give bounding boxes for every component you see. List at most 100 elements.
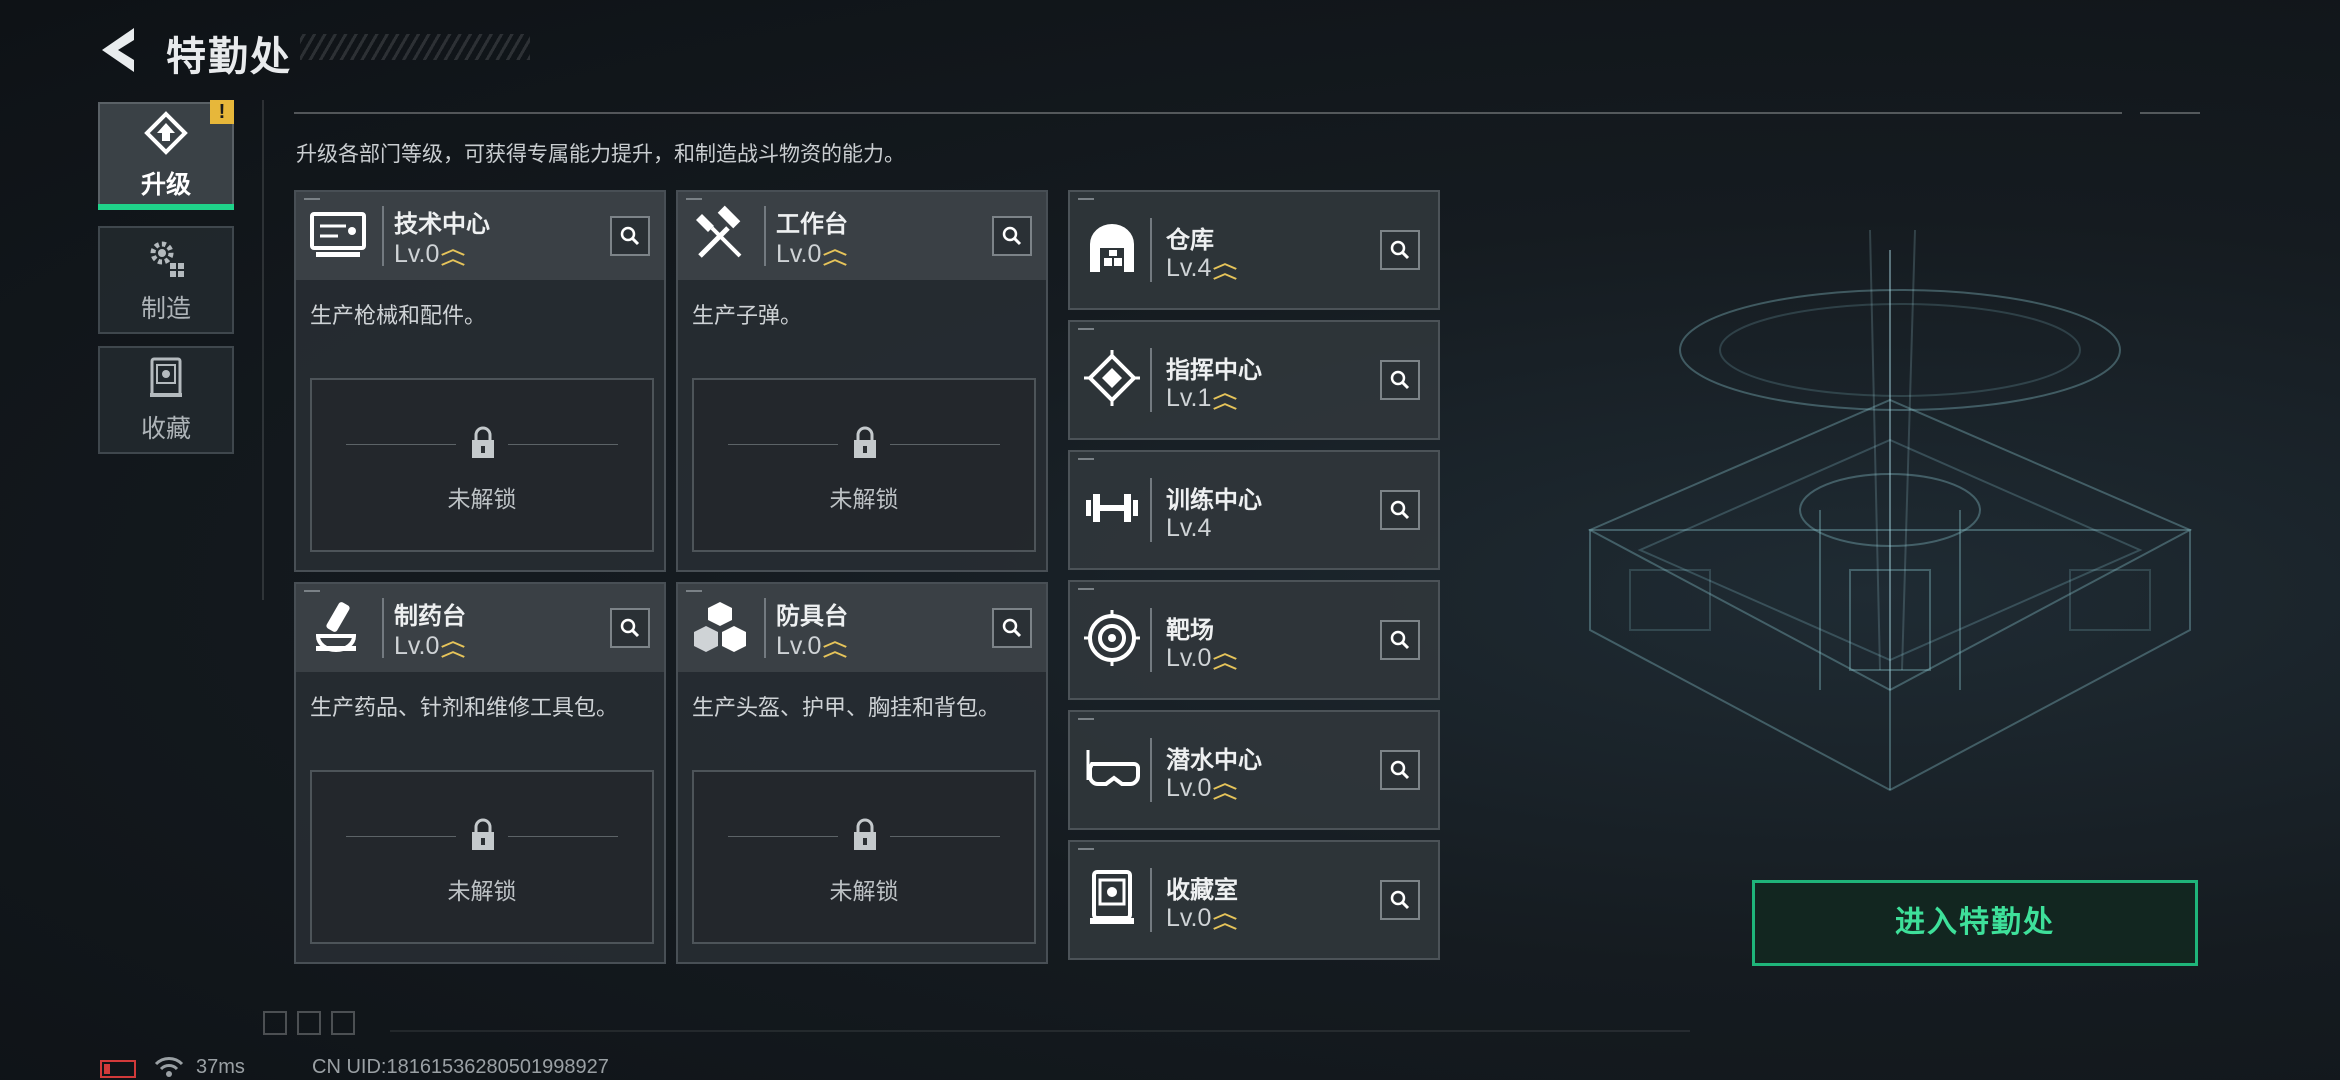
alert-badge: ! xyxy=(210,100,234,124)
tech-center-icon xyxy=(310,212,366,257)
inspect-button[interactable] xyxy=(1380,490,1420,530)
card-description: 生产头盔、护甲、胸挂和背包。 xyxy=(692,695,1001,720)
locked-panel: 未解锁 xyxy=(310,770,654,944)
search-icon xyxy=(620,226,640,246)
dumbbell-icon xyxy=(1086,494,1138,522)
card-name: 防具台 xyxy=(776,603,848,630)
armor-bench-icon xyxy=(694,602,746,652)
page-title: 特勤处 xyxy=(166,35,292,79)
inspect-button[interactable] xyxy=(1380,360,1420,400)
diving-mask-icon xyxy=(1086,750,1140,786)
card-corner-mark xyxy=(1078,718,1094,720)
inspect-button[interactable] xyxy=(610,216,650,256)
inspect-button[interactable] xyxy=(1380,230,1420,270)
footer-decoration-icons xyxy=(263,1011,355,1035)
inspect-button[interactable] xyxy=(992,608,1032,648)
upgrade-chevron-icon: ︿ ︿ xyxy=(1213,775,1238,803)
card-diving-center[interactable]: 潜水中心 Lv.0 ︿ ︿ xyxy=(1068,710,1440,830)
card-level: Lv.0 ︿ ︿ xyxy=(776,632,848,661)
card-corner-mark xyxy=(1078,588,1094,590)
card-training-center[interactable]: 训练中心 Lv.4 xyxy=(1068,450,1440,570)
card-corner-mark xyxy=(1078,328,1094,330)
pharmacy-icon xyxy=(315,602,357,652)
collection-icon xyxy=(150,357,182,397)
card-level: Lv.0 ︿ ︿ xyxy=(1166,904,1238,933)
target-icon xyxy=(1084,610,1140,666)
search-icon xyxy=(1390,630,1410,650)
search-icon xyxy=(1390,370,1410,390)
tab-collection[interactable]: 收藏 xyxy=(98,346,234,454)
warehouse-icon xyxy=(1090,224,1134,272)
card-name: 技术中心 xyxy=(394,211,490,238)
card-armor-bench[interactable]: 防具台 Lv.0 ︿ ︿ 生产头盔、护甲、胸挂和背包。 未解锁 xyxy=(676,582,1048,964)
card-name: 靶场 xyxy=(1166,617,1214,644)
inspect-button[interactable] xyxy=(1380,880,1420,920)
card-level: Lv.0 ︿ ︿ xyxy=(394,240,466,269)
card-description: 生产子弹。 xyxy=(692,303,803,328)
inspect-button[interactable] xyxy=(1380,620,1420,660)
collection-room-icon xyxy=(1090,870,1134,924)
card-name: 制药台 xyxy=(394,603,466,630)
card-level: Lv.4 ︿ ︿ xyxy=(1166,254,1238,283)
top-divider xyxy=(294,112,2122,114)
search-icon xyxy=(1390,890,1410,910)
card-command-center[interactable]: 指挥中心 Lv.1 ︿ ︿ xyxy=(1068,320,1440,440)
inspect-button[interactable] xyxy=(610,608,650,648)
wifi-icon xyxy=(154,1057,184,1077)
card-level: Lv.0 ︿ ︿ xyxy=(394,632,466,661)
upgrade-chevron-icon: ︿ ︿ xyxy=(441,241,466,269)
search-icon xyxy=(1002,618,1022,638)
lock-icon xyxy=(472,818,494,850)
card-corner-mark xyxy=(1078,458,1094,460)
lock-icon xyxy=(854,426,876,458)
card-name: 收藏室 xyxy=(1166,877,1238,904)
base-hologram-illustration xyxy=(1587,229,2193,792)
card-level: Lv.4 xyxy=(1166,514,1212,542)
card-corner-mark xyxy=(1078,848,1094,850)
card-shooting-range[interactable]: 靶场 Lv.0 ︿ ︿ xyxy=(1068,580,1440,700)
card-level: Lv.0 ︿ ︿ xyxy=(776,240,848,269)
enter-special-ops-button[interactable]: 进入特勤处 xyxy=(1752,880,2198,966)
inspect-button[interactable] xyxy=(1380,750,1420,790)
top-divider-right xyxy=(2140,112,2200,114)
card-name: 潜水中心 xyxy=(1166,747,1262,774)
upgrade-chevron-icon: ︿ ︿ xyxy=(823,633,848,661)
card-corner-mark xyxy=(686,198,702,200)
tab-craft-label: 制造 xyxy=(140,295,191,323)
user-uid: CN UID:18161536280501998927 xyxy=(312,1056,609,1078)
lock-icon xyxy=(472,426,494,458)
upgrade-chevron-icon: ︿ ︿ xyxy=(441,633,466,661)
locked-label: 未解锁 xyxy=(829,486,899,512)
card-warehouse[interactable]: 仓库 Lv.4 ︿ ︿ xyxy=(1068,190,1440,310)
locked-panel: 未解锁 xyxy=(692,770,1036,944)
inspect-button[interactable] xyxy=(992,216,1032,256)
upgrade-chevron-icon: ︿ ︿ xyxy=(1213,385,1238,413)
back-button[interactable] xyxy=(96,24,144,76)
locked-label: 未解锁 xyxy=(447,486,517,512)
locked-panel: 未解锁 xyxy=(310,378,654,552)
card-description: 生产药品、针剂和维修工具包。 xyxy=(310,695,619,720)
card-description: 生产枪械和配件。 xyxy=(310,303,487,328)
search-icon xyxy=(1002,226,1022,246)
card-corner-mark xyxy=(686,590,702,592)
lock-icon xyxy=(854,818,876,850)
locked-panel: 未解锁 xyxy=(692,378,1036,552)
upgrade-icon xyxy=(144,111,188,155)
search-icon xyxy=(1390,240,1410,260)
card-tech-center[interactable]: 技术中心 Lv.0 ︿ ︿ 生产枪械和配件。 未解锁 xyxy=(294,190,666,572)
tab-craft[interactable]: 制造 xyxy=(98,226,234,334)
locked-label: 未解锁 xyxy=(447,878,517,904)
tab-collection-label: 收藏 xyxy=(140,415,191,443)
upgrade-chevron-icon: ︿ ︿ xyxy=(1213,255,1238,283)
card-collection-room[interactable]: 收藏室 Lv.0 ︿ ︿ xyxy=(1068,840,1440,960)
card-corner-mark xyxy=(304,590,320,592)
locked-label: 未解锁 xyxy=(829,878,899,904)
card-workbench[interactable]: 工作台 Lv.0 ︿ ︿ 生产子弹。 未解锁 xyxy=(676,190,1048,572)
upgrade-chevron-icon: ︿ ︿ xyxy=(1213,905,1238,933)
card-name: 训练中心 xyxy=(1166,487,1262,514)
rail-divider xyxy=(262,100,264,600)
search-icon xyxy=(620,618,640,638)
search-icon xyxy=(1390,760,1410,780)
card-corner-mark xyxy=(1078,198,1094,200)
card-pharmacy[interactable]: 制药台 Lv.0 ︿ ︿ 生产药品、针剂和维修工具包。 未解锁 xyxy=(294,582,666,964)
